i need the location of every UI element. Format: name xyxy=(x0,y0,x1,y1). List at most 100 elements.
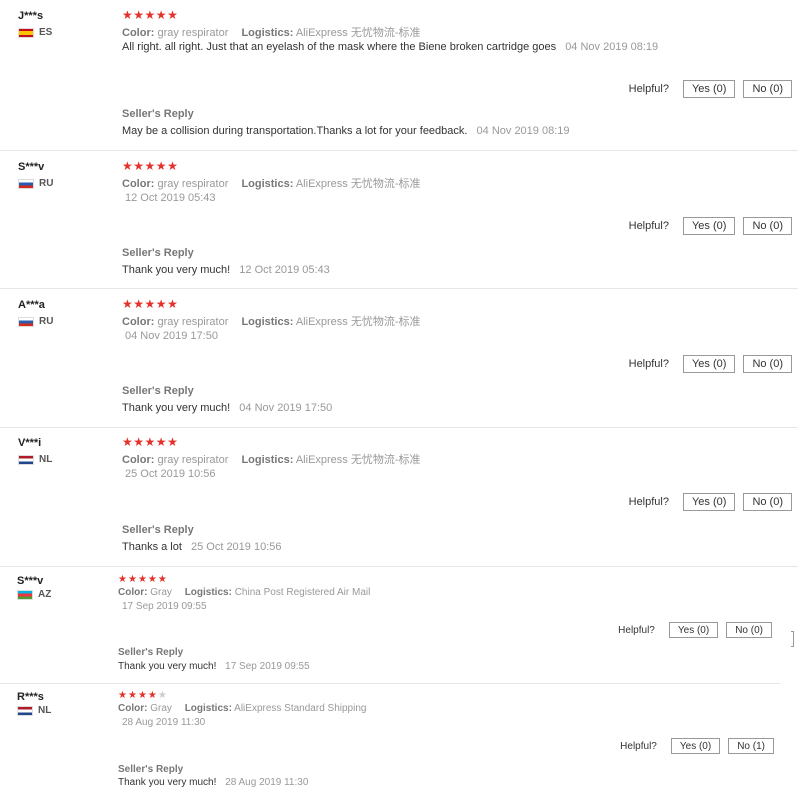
seller-reply-text: May be a collision during transportation… xyxy=(122,125,468,137)
helpful-no-button[interactable]: No (0) xyxy=(743,217,792,235)
color-label: Color: xyxy=(122,316,155,328)
helpful-yes-button[interactable]: Yes (0) xyxy=(682,80,736,98)
reviewer-name: A***a xyxy=(18,299,45,311)
review-date: 12 Oct 2019 05:43 xyxy=(125,192,216,204)
reviewer-country: ES xyxy=(18,27,52,38)
seller-reply-label: Seller's Reply xyxy=(118,764,184,775)
helpful-votes: Helpful? Yes (0) No (0) xyxy=(629,493,792,511)
seller-reply-date: 12 Oct 2019 05:43 xyxy=(239,264,330,276)
order-info: Color: Gray Logistics: AliExpress Standa… xyxy=(118,703,376,714)
seller-reply-text: Thank you very much! xyxy=(122,402,231,414)
helpful-no-button[interactable]: No (0) xyxy=(743,355,792,373)
review-item: R***s NL ★★★★★ Color: Gray Logistics: Al… xyxy=(0,689,800,797)
review-item: A***a RU ★★★★★ Color: gray respirator Lo… xyxy=(0,297,800,427)
review-item: J***s ES ★★★★★ Color: gray respirator Lo… xyxy=(0,8,800,153)
logistics-label: Logistics: xyxy=(241,454,294,466)
review-item: V***i NL ★★★★★ Color: gray respirator Lo… xyxy=(0,435,800,565)
logistics-value: AliExpress 无忧物流-标准 xyxy=(295,454,421,466)
review-date: 04 Nov 2019 08:19 xyxy=(565,41,659,53)
helpful-label: Helpful? xyxy=(628,496,669,508)
logistics-value: AliExpress Standard Shipping xyxy=(234,703,367,714)
reviewer-country: AZ xyxy=(17,589,51,600)
review-divider xyxy=(0,566,798,567)
review-divider xyxy=(0,427,798,428)
country-code: NL xyxy=(38,705,52,716)
country-code: NL xyxy=(39,454,53,465)
helpful-yes-button[interactable]: Yes (0) xyxy=(682,217,736,235)
color-label: Color: xyxy=(122,27,155,39)
reviewer-name: V***i xyxy=(18,437,42,449)
seller-reply-label: Seller's Reply xyxy=(118,647,184,658)
helpful-label: Helpful? xyxy=(628,83,669,95)
helpful-votes: Helpful? Yes (0) No (0) xyxy=(629,80,792,98)
helpful-label: Helpful? xyxy=(628,358,669,370)
review-item: S***v RU ★★★★★ Color: gray respirator Lo… xyxy=(0,159,800,289)
color-value: gray respirator xyxy=(157,454,229,466)
reviewer-country: RU xyxy=(18,178,53,189)
star-rating: ★★★★★ xyxy=(118,574,168,585)
helpful-yes-button[interactable]: Yes (0) xyxy=(682,493,736,511)
logistics-label: Logistics: xyxy=(241,316,294,328)
seller-reply-text: Thank you very much! xyxy=(118,661,217,672)
reviewer-name: J***s xyxy=(18,10,44,22)
flag-nl-icon xyxy=(17,705,33,716)
flag-nl-icon xyxy=(18,454,34,465)
seller-reply-label: Seller's Reply xyxy=(122,524,194,536)
flag-ru-icon xyxy=(18,178,34,189)
country-code: RU xyxy=(39,316,54,327)
color-label: Color: xyxy=(118,703,148,714)
seller-reply-label: Seller's Reply xyxy=(122,385,194,397)
country-code: ES xyxy=(39,27,53,38)
seller-reply: Thank you very much! 04 Nov 2019 17:50 xyxy=(122,402,332,414)
reviewer-name: R***s xyxy=(17,691,44,703)
review-text: All right. all right. Just that an eyela… xyxy=(122,40,722,55)
flag-az-icon xyxy=(17,589,33,600)
helpful-no-button[interactable]: No (0) xyxy=(743,80,792,98)
reviewer-name: S***v xyxy=(18,161,45,173)
seller-reply-text: Thank you very much! xyxy=(118,777,217,788)
logistics-value: AliExpress 无忧物流-标准 xyxy=(295,316,421,328)
helpful-no-button[interactable]: No (0) xyxy=(726,622,772,638)
review-divider xyxy=(0,683,780,684)
order-info: Color: gray respirator Logistics: AliExp… xyxy=(122,313,431,329)
color-label: Color: xyxy=(122,178,155,190)
helpful-no-button[interactable]: No (1) xyxy=(728,738,774,754)
seller-reply-label: Seller's Reply xyxy=(122,247,194,259)
seller-reply-text: Thanks a lot xyxy=(122,541,182,553)
helpful-yes-button[interactable]: Yes (0) xyxy=(670,738,721,754)
color-label: Color: xyxy=(118,587,148,598)
reviewer-country: RU xyxy=(18,316,53,327)
color-value: gray respirator xyxy=(157,27,229,39)
review-date: 25 Oct 2019 10:56 xyxy=(125,468,216,480)
review-date: 17 Sep 2019 09:55 xyxy=(122,601,207,612)
logistics-value: China Post Registered Air Mail xyxy=(234,587,371,598)
reviewer-country: NL xyxy=(17,705,51,716)
helpful-votes: Helpful? Yes (0) No (0) xyxy=(618,622,772,638)
order-info: Color: gray respirator Logistics: AliExp… xyxy=(122,451,431,467)
helpful-votes: Helpful? Yes (0) No (0) xyxy=(629,217,792,235)
seller-reply-date: 04 Nov 2019 08:19 xyxy=(476,125,570,137)
logistics-label: Logistics: xyxy=(184,703,232,714)
helpful-yes-button[interactable]: Yes (0) xyxy=(668,622,719,638)
helpful-votes: Helpful? Yes (0) No (1) xyxy=(620,738,774,754)
order-info: Color: gray respirator Logistics: AliExp… xyxy=(122,24,431,40)
star-rating: ★★★★★ xyxy=(122,297,179,311)
seller-reply-label: Seller's Reply xyxy=(122,108,194,120)
color-value: Gray xyxy=(150,703,172,714)
logistics-value: AliExpress 无忧物流-标准 xyxy=(295,178,421,190)
seller-reply-date: 25 Oct 2019 10:56 xyxy=(190,541,282,553)
star-rating: ★★★★★ xyxy=(122,159,179,173)
review-divider xyxy=(0,150,798,151)
review-date: 04 Nov 2019 17:50 xyxy=(125,330,218,342)
color-label: Color: xyxy=(122,454,155,466)
logistics-label: Logistics: xyxy=(241,178,294,190)
helpful-yes-button[interactable]: Yes (0) xyxy=(682,355,736,373)
logistics-value: AliExpress 无忧物流-标准 xyxy=(295,27,421,39)
seller-reply: Thanks a lot 25 Oct 2019 10:56 xyxy=(122,541,282,553)
helpful-no-button[interactable]: No (0) xyxy=(743,493,792,511)
color-value: Gray xyxy=(150,587,172,598)
review-body: All right. all right. Just that an eyela… xyxy=(122,41,557,53)
review-divider xyxy=(0,288,798,289)
order-info: Color: Gray Logistics: China Post Regist… xyxy=(118,587,380,598)
flag-ru-icon xyxy=(18,316,34,327)
